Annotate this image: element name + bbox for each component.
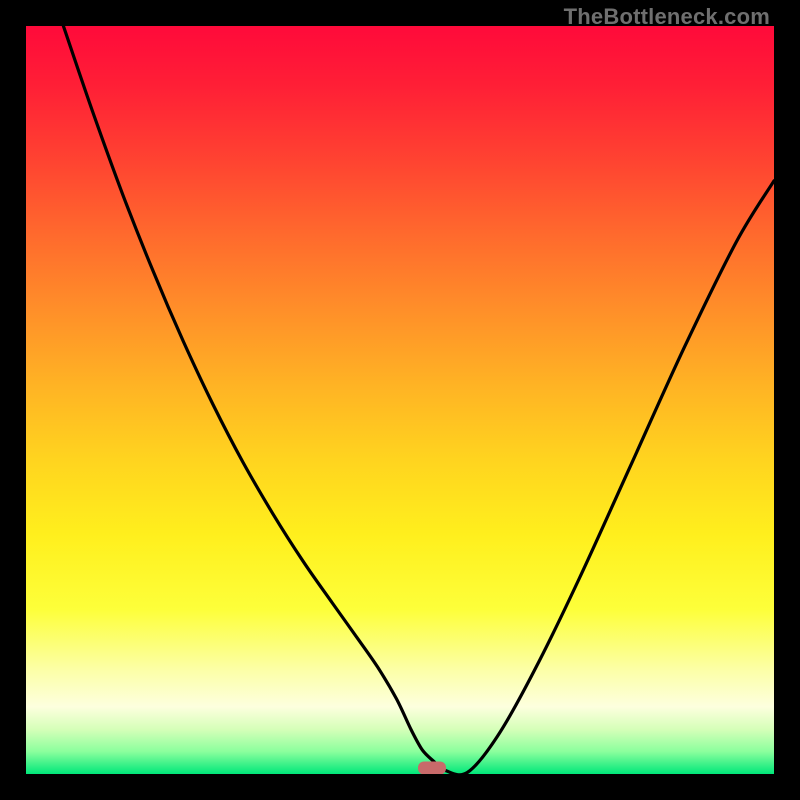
plot-area [26, 26, 774, 774]
curve-svg [26, 26, 774, 774]
chart-frame: TheBottleneck.com [0, 0, 800, 800]
min-marker [418, 762, 446, 774]
